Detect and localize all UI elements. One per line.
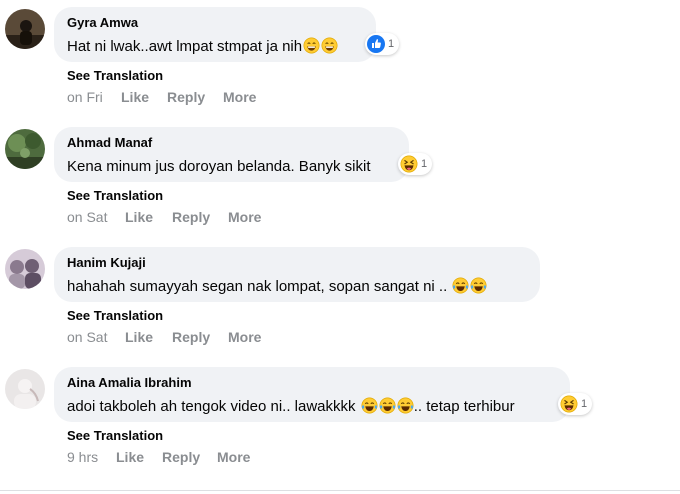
reaction-count: 1 <box>388 38 395 50</box>
comment-item: Aina Amalia Ibrahim adoi takboleh ah ten… <box>0 360 680 480</box>
reaction-count: 1 <box>421 158 428 170</box>
reaction-badge[interactable]: 1 <box>558 393 593 415</box>
like-link[interactable]: Like <box>121 89 167 105</box>
comment-author[interactable]: Aina Amalia Ibrahim <box>67 375 558 391</box>
avatar[interactable] <box>5 129 45 169</box>
avatar[interactable] <box>5 249 45 289</box>
more-link[interactable]: More <box>217 449 250 465</box>
comment-bubble: Aina Amalia Ibrahim adoi takboleh ah ten… <box>54 367 570 422</box>
comment-timestamp[interactable]: 9 hrs <box>67 449 116 465</box>
comment-actions: on Sat Like Reply More <box>67 209 261 225</box>
comment-text: Hat ni lwak..awt lmpat stmpat ja nih <box>67 37 364 57</box>
comment-text-body: Kena minum jus doroyan belanda. Banyk si… <box>67 158 371 175</box>
comment-text: adoi takboleh ah tengok video ni.. lawak… <box>67 397 558 417</box>
reaction-badge[interactable]: 1 <box>365 33 400 55</box>
comment-timestamp[interactable]: on Fri <box>67 89 121 105</box>
comment-text-body: adoi takboleh ah tengok video ni.. lawak… <box>67 398 356 415</box>
tears-of-joy-icon <box>452 277 469 294</box>
tears-of-joy-icon <box>397 397 414 414</box>
more-link[interactable]: More <box>228 329 261 345</box>
comments-list: Gyra Amwa Hat ni lwak..awt lmpat stmpat … <box>0 0 680 494</box>
comment-text: hahahah sumayyah segan nak lompat, sopan… <box>67 277 528 297</box>
reaction-badge[interactable]: 1 <box>398 153 433 175</box>
comment-text-tail: .. tetap terhibur <box>413 398 515 415</box>
comment-text-body: Hat ni lwak..awt lmpat stmpat ja nih <box>67 38 303 55</box>
grin-face-icon <box>303 37 320 54</box>
tears-of-joy-icon <box>470 277 487 294</box>
tears-of-joy-icon <box>361 397 378 414</box>
haha-icon <box>560 395 578 413</box>
like-icon <box>367 35 385 53</box>
comment-author[interactable]: Hanim Kujaji <box>67 255 528 271</box>
tears-of-joy-icon <box>379 397 396 414</box>
comment-actions: 9 hrs Like Reply More <box>67 449 250 465</box>
comment-author[interactable]: Ahmad Manaf <box>67 135 397 151</box>
comment-text-body: hahahah sumayyah segan nak lompat, sopan… <box>67 278 448 295</box>
comment-item: Ahmad Manaf Kena minum jus doroyan belan… <box>0 120 680 240</box>
see-translation-link[interactable]: See Translation <box>67 308 163 323</box>
comment-timestamp[interactable]: on Sat <box>67 209 125 225</box>
more-link[interactable]: More <box>228 209 261 225</box>
avatar[interactable] <box>5 9 45 49</box>
reply-link[interactable]: Reply <box>172 209 228 225</box>
reply-link[interactable]: Reply <box>162 449 217 465</box>
like-link[interactable]: Like <box>125 329 172 345</box>
see-translation-link[interactable]: See Translation <box>67 68 163 83</box>
reaction-count: 1 <box>581 398 588 410</box>
see-translation-link[interactable]: See Translation <box>67 188 163 203</box>
comment-author[interactable]: Gyra Amwa <box>67 15 364 31</box>
reply-link[interactable]: Reply <box>167 89 223 105</box>
like-link[interactable]: Like <box>116 449 162 465</box>
comment-bubble: Hanim Kujaji hahahah sumayyah segan nak … <box>54 247 540 302</box>
haha-icon <box>400 155 418 173</box>
comment-timestamp[interactable]: on Sat <box>67 329 125 345</box>
divider <box>0 490 680 491</box>
see-translation-link[interactable]: See Translation <box>67 428 163 443</box>
comment-actions: on Sat Like Reply More <box>67 329 261 345</box>
avatar[interactable] <box>5 369 45 409</box>
like-link[interactable]: Like <box>125 209 172 225</box>
reply-link[interactable]: Reply <box>172 329 228 345</box>
comment-item: Hanim Kujaji hahahah sumayyah segan nak … <box>0 240 680 360</box>
comment-item: Gyra Amwa Hat ni lwak..awt lmpat stmpat … <box>0 0 680 120</box>
comment-actions: on Fri Like Reply More <box>67 89 256 105</box>
comment-bubble: Ahmad Manaf Kena minum jus doroyan belan… <box>54 127 409 182</box>
comment-bubble: Gyra Amwa Hat ni lwak..awt lmpat stmpat … <box>54 7 376 62</box>
grin-face-icon <box>321 37 338 54</box>
comment-text: Kena minum jus doroyan belanda. Banyk si… <box>67 157 397 177</box>
more-link[interactable]: More <box>223 89 256 105</box>
